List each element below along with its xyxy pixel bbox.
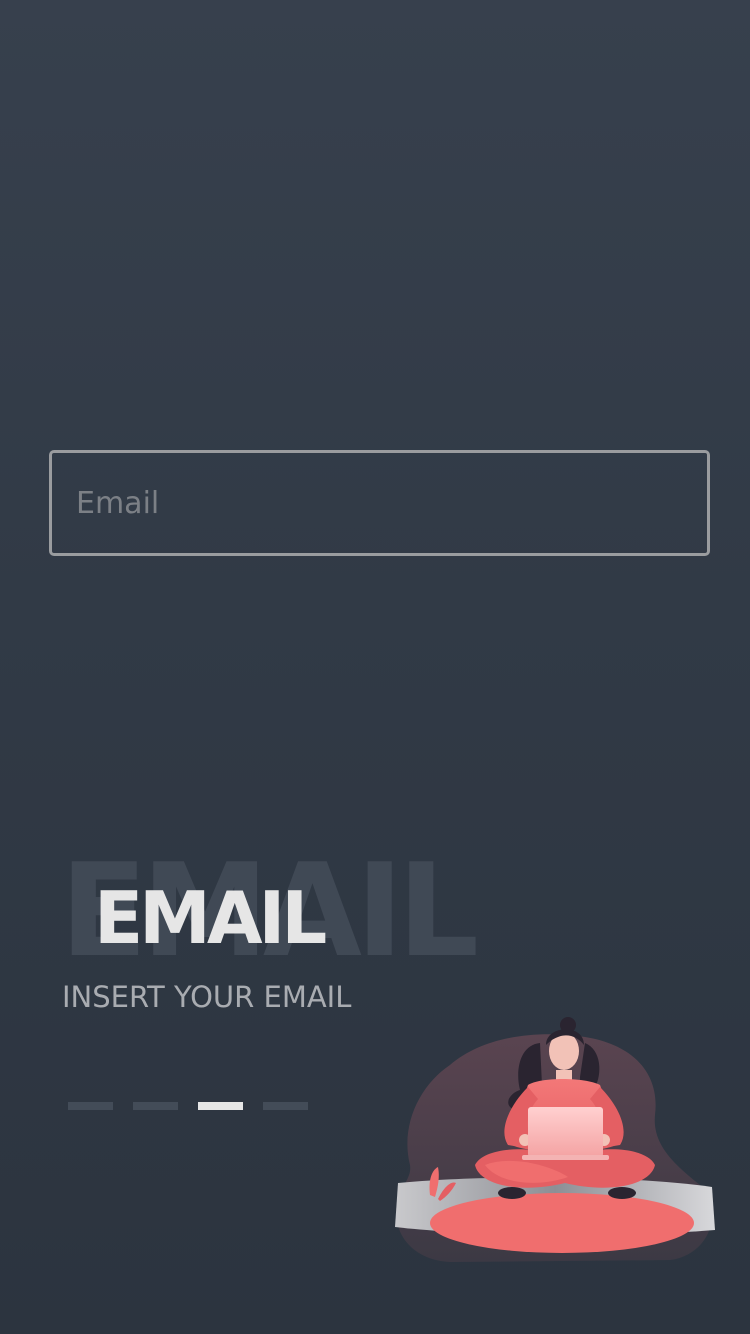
page-title: EMAIL [94, 876, 327, 960]
page-indicator-step-2[interactable] [133, 1102, 178, 1110]
email-input[interactable] [49, 450, 710, 556]
page-indicator-step-4[interactable] [263, 1102, 308, 1110]
page-indicator-step-3-active[interactable] [198, 1102, 243, 1110]
page-subtitle: INSERT YOUR EMAIL [62, 980, 352, 1014]
page-indicator [68, 1102, 308, 1110]
woman-with-laptop-illustration [395, 1017, 715, 1262]
page-indicator-step-1[interactable] [68, 1102, 113, 1110]
